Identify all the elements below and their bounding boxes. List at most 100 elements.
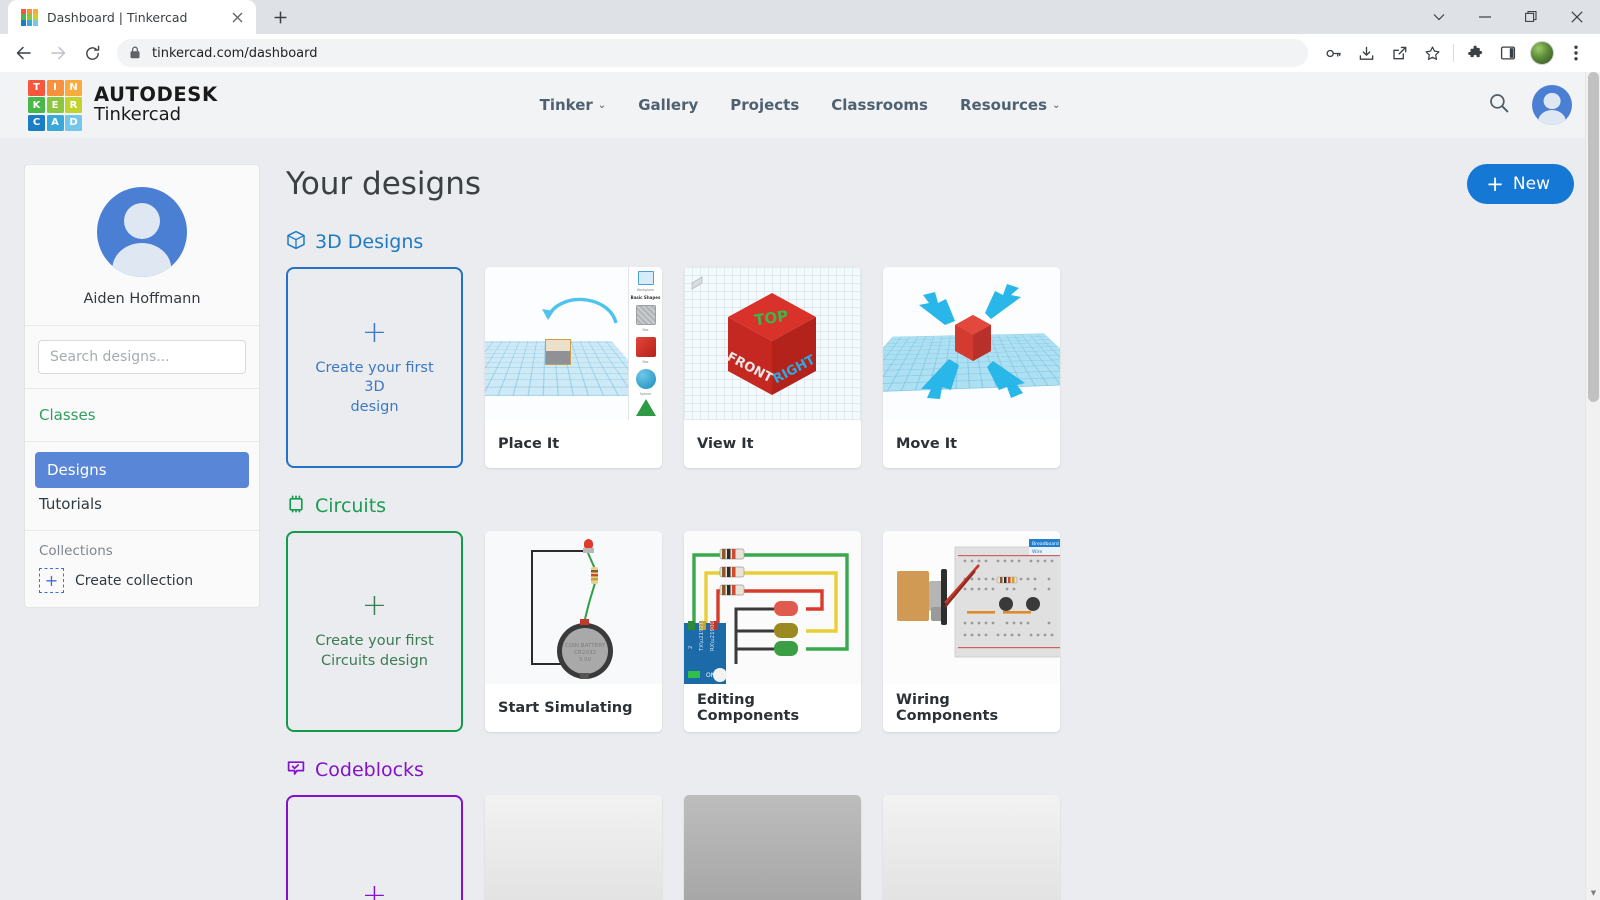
design-card-editing-components[interactable]: 2 TX\u21921 RX\u21900 ON Editing Compone… — [684, 531, 861, 732]
browser-tab[interactable]: Dashboard | Tinkercad — [8, 0, 256, 34]
design-card-codeblocks-1[interactable] — [485, 795, 662, 900]
design-card-view-it[interactable]: TOP FRONT RIGHT View It — [684, 267, 861, 468]
svg-text:3.0V: 3.0V — [579, 657, 592, 663]
sidebar: Aiden Hoffmann Classes Designs Tutorials… — [24, 164, 260, 608]
svg-text:CR2032: CR2032 — [574, 650, 596, 656]
nav-item-classrooms[interactable]: Classrooms — [831, 96, 928, 114]
collections-label: Collections — [25, 543, 259, 568]
workplane-icon — [638, 271, 654, 285]
close-tab-icon[interactable] — [228, 8, 246, 26]
card-row: + Create your first Circuits design — [286, 531, 1574, 732]
nav-item-label: Classrooms — [831, 96, 928, 114]
header-actions — [1488, 85, 1572, 125]
design-card-start-simulating[interactable]: COIN BATTERY CR2032 3.0V Start Simulatin… — [485, 531, 662, 732]
arduino-leds-circuit-icon: 2 TX\u21921 RX\u21900 ON — [684, 531, 861, 684]
scrollbar-thumb[interactable] — [1588, 72, 1599, 402]
download-icon[interactable] — [1350, 37, 1382, 69]
favicon-tile — [33, 9, 38, 14]
card-thumbnail — [684, 795, 861, 900]
section-3d-designs: 3D Designs + Create your first 3D design — [286, 230, 1574, 468]
create-first-codeblocks-design-card[interactable]: + — [286, 795, 463, 900]
search-designs-input[interactable] — [38, 340, 246, 374]
nav-item-resources[interactable]: Resources⌄ — [960, 96, 1060, 114]
sidebar-item-classes[interactable]: Classes — [25, 399, 259, 431]
sidebar-item-designs[interactable]: Designs — [35, 452, 249, 488]
password-key-icon[interactable] — [1317, 37, 1349, 69]
section-title: 3D Designs — [315, 231, 423, 253]
section-codeblocks: Codeblocks + — [286, 758, 1574, 900]
search-icon[interactable] — [1488, 92, 1510, 118]
tinkercad-logo[interactable]: TINKERCAD AUTODESK Tinkercad — [28, 80, 218, 131]
reload-button-icon[interactable] — [76, 37, 108, 69]
favicon-tile — [33, 20, 38, 25]
shape-sphere — [636, 369, 656, 389]
design-card-move-it[interactable]: Move It — [883, 267, 1060, 468]
card-row: + — [286, 795, 1574, 900]
address-bar[interactable]: tinkercad.com/dashboard — [117, 39, 1308, 67]
shape-label: Box — [643, 360, 649, 364]
sidebar-user-name: Aiden Hoffmann — [25, 291, 259, 307]
nav-item-projects[interactable]: Projects — [730, 96, 799, 114]
browser-profile-avatar[interactable] — [1530, 41, 1554, 65]
address-bar-url: tinkercad.com/dashboard — [152, 46, 317, 61]
design-card-codeblocks-2[interactable] — [684, 795, 861, 900]
shape-box-red — [636, 337, 656, 357]
scroll-down-icon[interactable]: ▼ — [1586, 885, 1600, 900]
plus-icon: + — [39, 568, 64, 593]
create-first-3d-design-card[interactable]: + Create your first 3D design — [286, 267, 463, 468]
brand-tinkercad: Tinkercad — [94, 106, 218, 125]
breadboard-icon: Breadboard Wire — [883, 531, 1060, 684]
extensions-puzzle-icon[interactable] — [1459, 37, 1491, 69]
favicon-tile — [27, 9, 32, 14]
new-tab-button[interactable] — [266, 3, 294, 31]
share-icon[interactable] — [1383, 37, 1415, 69]
nav-item-tinker[interactable]: Tinker⌄ — [540, 96, 607, 114]
svg-text:TX\u21921: TX\u21921 — [699, 622, 705, 652]
workplane-box-shape — [545, 339, 571, 365]
design-card-place-it[interactable]: Workplane Basic Shapes Box Box Sphere — [485, 267, 662, 468]
shape-label: Sphere — [640, 392, 651, 396]
sidebar-avatar[interactable] — [97, 187, 187, 277]
nav-item-label: Resources — [960, 96, 1047, 114]
create-collection-button[interactable]: + Create collection — [25, 568, 259, 593]
svg-text:RX\u21900: RX\u21900 — [710, 621, 716, 651]
close-window-icon[interactable] — [1554, 0, 1600, 34]
page-scrollbar[interactable]: ▲ ▼ — [1585, 72, 1600, 900]
plus-icon: + — [362, 318, 387, 348]
minimize-window-icon[interactable] — [1462, 0, 1508, 34]
user-avatar[interactable] — [1532, 85, 1572, 125]
sidebar-search-wrap — [25, 326, 259, 389]
browser-toolbar-actions — [1317, 37, 1592, 69]
section-header: 3D Designs — [286, 230, 1574, 254]
card-thumbnail: COIN BATTERY CR2032 3.0V — [485, 531, 662, 684]
design-card-codeblocks-3[interactable] — [883, 795, 1060, 900]
minimize-to-tray-icon[interactable] — [1416, 0, 1462, 34]
nav-item-gallery[interactable]: Gallery — [638, 96, 698, 114]
logo-tile-k: K — [28, 97, 45, 113]
logo-tile-t: T — [28, 80, 45, 96]
card-thumbnail: 2 TX\u21921 RX\u21900 ON — [684, 531, 861, 684]
new-design-button[interactable]: + New — [1467, 164, 1574, 204]
card-thumbnail — [883, 795, 1060, 900]
shape-cone — [636, 399, 656, 416]
bookmark-star-icon[interactable] — [1416, 37, 1448, 69]
side-panel-icon[interactable] — [1492, 37, 1524, 69]
browser-menu-icon[interactable] — [1560, 37, 1592, 69]
design-card-wiring-components[interactable]: Breadboard Wire Wiring Components — [883, 531, 1060, 732]
favicon-tile — [21, 9, 26, 14]
logo-tile-e: E — [47, 97, 64, 113]
sidebar-collections-section: Collections + Create collection — [25, 531, 259, 607]
create-card-line2: design — [350, 399, 398, 415]
create-first-circuits-design-card[interactable]: + Create your first Circuits design — [286, 531, 463, 732]
forward-button-icon[interactable] — [42, 37, 74, 69]
chevron-down-icon: ⌄ — [598, 100, 606, 111]
main-content: Your designs + New 3D Designs + — [286, 164, 1574, 900]
led-battery-circuit-icon: COIN BATTERY CR2032 3.0V — [485, 531, 662, 684]
maximize-window-icon[interactable] — [1508, 0, 1554, 34]
move-arrows-icon — [883, 267, 1060, 420]
new-button-label: New — [1513, 174, 1550, 194]
sidebar-item-tutorials[interactable]: Tutorials — [25, 488, 259, 520]
card-thumbnail — [883, 267, 1060, 420]
card-title: Start Simulating — [485, 684, 662, 732]
back-button-icon[interactable] — [8, 37, 40, 69]
